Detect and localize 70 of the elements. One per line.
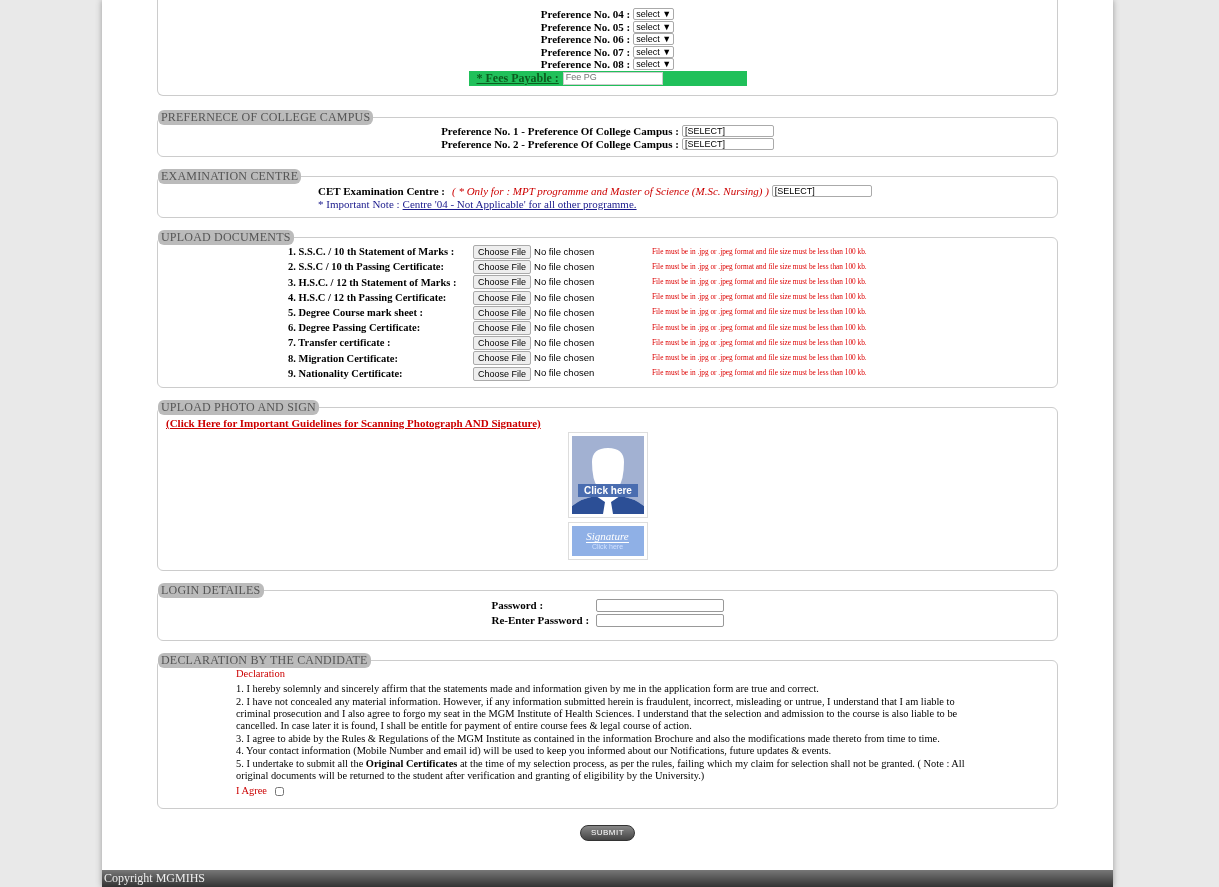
declaration-paragraph: 2. I have not concealed any material information. However, if any information submitted herein is fraudulent, incorrect, misleading or untrue, I understand that I am liable to criminal prosecution and I also agree to forgo my seat in the MGM Institute of Health Sciences. I understand that the selection and admission to the course is also liable to be cancelled. In case later it is found, I shall be entitle for payment of entire course fees & legal course of action.	[236, 695, 959, 733]
file-status: No file chosen	[534, 336, 596, 351]
field-label: Preference No. 07 :	[540, 44, 631, 60]
field-label: 2. S.S.C / 10 th Passing Certificate:	[288, 260, 446, 275]
field-label: 3. H.S.C. / 12 th Statement of Marks :	[288, 275, 458, 290]
section-legend: UPLOAD PHOTO AND SIGN	[158, 400, 319, 416]
dropdown[interactable]: select ▼	[633, 45, 675, 58]
note-label: * Important Note :	[318, 197, 400, 212]
file-status: No file chosen	[534, 366, 596, 381]
field-label: Preference No. 05 :	[540, 19, 631, 35]
submit-button[interactable]: SUBMIT	[579, 824, 636, 841]
file-status: No file chosen	[534, 320, 596, 335]
declaration-paragraph: 3. I agree to abide by the Rules & Regulations of the MGM Institute as contained in the information Brochure and also the modifications made thereto from time to time.	[236, 732, 941, 746]
field-label: Preference No. 06 :	[540, 32, 631, 47]
file-status: No file chosen	[534, 244, 596, 259]
declaration-paragraph: 1. I hereby solemnly and sincerely affirm that the statements made and information given by me in the application form are true and correct.	[236, 683, 820, 696]
choose-file-button[interactable]: Choose File	[473, 260, 532, 275]
choose-file-button[interactable]: Choose File	[473, 366, 532, 381]
file-status: No file chosen	[534, 305, 596, 320]
field-label: CET Examination Centre :	[318, 183, 445, 199]
dropdown[interactable]: select ▼	[633, 58, 675, 71]
field-label: 8. Migration Certificate:	[288, 351, 399, 366]
choose-file-button[interactable]: Choose File	[473, 275, 532, 290]
section-legend: LOGIN DETAILES	[158, 582, 264, 598]
note-link[interactable]: Centre '04 - Not Applicable' for all other programme.	[402, 196, 637, 213]
section-legend: DECLARATION BY THE CANDIDATE	[158, 652, 371, 668]
agree-checkbox[interactable]	[274, 787, 284, 797]
agree-label: I Agree	[236, 785, 267, 798]
dropdown[interactable]: select ▼	[633, 33, 675, 46]
choose-file-button[interactable]: Choose File	[473, 336, 532, 351]
guidelines-link[interactable]: (Click Here for Important Guidelines for Scanning Photograph AND Signature)	[166, 415, 541, 432]
field-label: Re-Enter Password :	[491, 612, 591, 628]
declaration-paragraph: 4. Your contact information (Mobile Number and email id) will be used to keep you informed about our Notifications, future updates & events.	[236, 745, 833, 758]
choose-file-button[interactable]: Choose File	[473, 321, 532, 336]
field-hint: ( * Only for : MPT programme and Master of Science (M.Sc. Nursing) )	[452, 183, 769, 199]
choose-file-button[interactable]: Choose File	[473, 290, 532, 305]
section-legend: PREFERNECE OF COLLEGE CAMPUS	[158, 110, 374, 125]
choose-file-button[interactable]: Choose File	[473, 245, 532, 260]
field-label: 9. Nationality Certificate:	[288, 366, 404, 381]
password-field[interactable]	[595, 613, 724, 627]
dropdown[interactable]: [SELECT]	[681, 125, 774, 138]
declaration-heading: Declaration	[236, 667, 286, 681]
field-label: Preference No. 04 :	[540, 7, 631, 22]
field-label: 4. H.S.C / 12 th Passing Certificate:	[288, 290, 448, 305]
dropdown[interactable]: [SELECT]	[681, 137, 774, 150]
input-field[interactable]: Fee PG	[562, 71, 663, 85]
file-status: No file chosen	[534, 260, 596, 275]
file-status: No file chosen	[534, 275, 596, 290]
password-field[interactable]	[595, 598, 724, 612]
field-label: * Fees Payable :	[476, 70, 559, 87]
field-label: 1. S.S.C. / 10 th Statement of Marks :	[288, 245, 456, 260]
field-label: Preference No. 2 - Preference Of College Campus :	[441, 137, 679, 152]
field-label: Preference No. 08 :	[540, 57, 631, 72]
dropdown[interactable]: select ▼	[633, 8, 675, 21]
dropdown[interactable]: [SELECT]	[771, 185, 872, 197]
dropdown[interactable]: select ▼	[633, 20, 675, 33]
declaration-paragraph: 5. I undertake to submit all the Original Certificates at the time of my selection process, as per the rules, failing which my claim for selection shall not be granted. ( Note : All original documents will be returned to the student after verification and granting of eligibility by the University.)	[236, 757, 966, 783]
field-label: Password :	[491, 597, 545, 613]
section-legend: EXAMINATION CENTRE	[158, 169, 302, 184]
copyright-footer: Copyright MGMIHS	[102, 870, 1113, 887]
field-label: Preference No. 1 - Preference Of College Campus :	[441, 124, 679, 139]
field-label: 5. Degree Course mark sheet :	[288, 305, 425, 320]
section-legend: UPLOAD DOCUMENTS	[158, 229, 294, 245]
file-status: No file chosen	[534, 290, 596, 305]
field-label: 7. Transfer certificate :	[288, 336, 392, 351]
choose-file-button[interactable]: Choose File	[473, 305, 532, 320]
choose-file-button[interactable]: Choose File	[473, 351, 532, 366]
signature-caption: Signature	[586, 530, 629, 543]
file-status: No file chosen	[534, 351, 596, 366]
field-label: 6. Degree Passing Certificate:	[288, 321, 422, 336]
